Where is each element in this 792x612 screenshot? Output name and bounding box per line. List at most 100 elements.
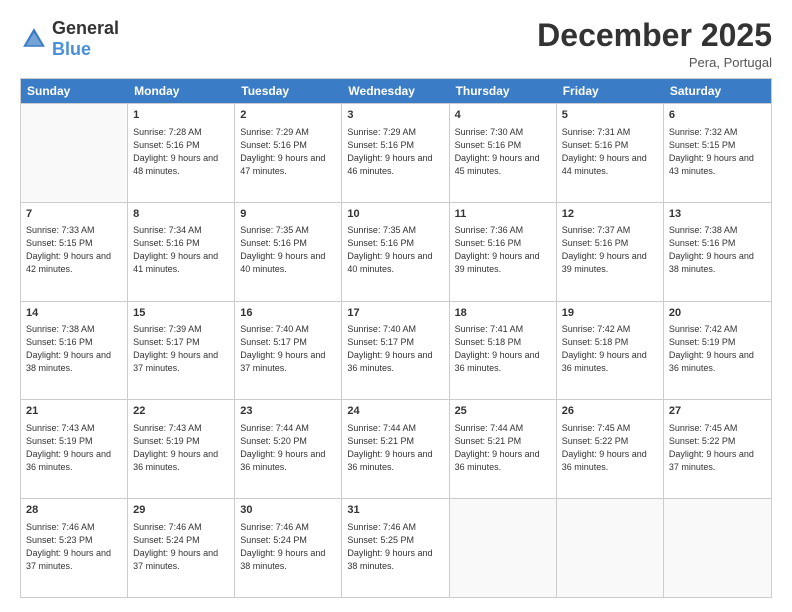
calendar-body: 1Sunrise: 7:28 AMSunset: 5:16 PMDaylight… <box>21 103 771 597</box>
cell-info: Sunrise: 7:39 AMSunset: 5:17 PMDaylight:… <box>133 323 229 375</box>
cell-date: 28 <box>26 503 122 518</box>
weekday-header-tuesday: Tuesday <box>235 79 342 103</box>
cell-date: 12 <box>562 207 658 222</box>
cell-date: 14 <box>26 306 122 321</box>
calendar-cell: 17 Sunrise: 7:40 AMSunset: 5:17 PMDayligh… <box>342 302 449 400</box>
cell-info: Sunrise: 7:46 AMSunset: 5:24 PMDaylight:… <box>240 521 336 573</box>
calendar-cell <box>450 499 557 597</box>
calendar-cell: 29 Sunrise: 7:46 AMSunset: 5:24 PMDayligh… <box>128 499 235 597</box>
cell-date: 24 <box>347 404 443 419</box>
weekday-header-sunday: Sunday <box>21 79 128 103</box>
location-subtitle: Pera, Portugal <box>537 55 772 70</box>
calendar-cell: 22Sunrise: 7:43 AMSunset: 5:19 PMDayligh… <box>128 400 235 498</box>
calendar-cell: 16 Sunrise: 7:40 AMSunset: 5:17 PMDayligh… <box>235 302 342 400</box>
calendar-cell: 15 Sunrise: 7:39 AMSunset: 5:17 PMDayligh… <box>128 302 235 400</box>
cell-info: Sunrise: 7:37 AMSunset: 5:16 PMDaylight:… <box>562 224 658 276</box>
cell-info: Sunrise: 7:44 AMSunset: 5:21 PMDaylight:… <box>347 422 443 474</box>
calendar-cell: 21 Sunrise: 7:43 AMSunset: 5:19 PMDayligh… <box>21 400 128 498</box>
cell-info: Sunrise: 7:44 AMSunset: 5:20 PMDaylight:… <box>240 422 336 474</box>
calendar-header: SundayMondayTuesdayWednesdayThursdayFrid… <box>21 79 771 103</box>
cell-info: Sunrise: 7:28 AMSunset: 5:16 PMDaylight:… <box>133 126 229 178</box>
cell-info: Sunrise: 7:32 AMSunset: 5:15 PMDaylight:… <box>669 126 766 178</box>
cell-date: 8 <box>133 207 229 222</box>
cell-info: Sunrise: 7:34 AMSunset: 5:16 PMDaylight:… <box>133 224 229 276</box>
cell-date: 13 <box>669 207 766 222</box>
cell-date: 31 <box>347 503 443 518</box>
logo-icon <box>20 25 48 53</box>
cell-date: 16 <box>240 306 336 321</box>
cell-info: Sunrise: 7:43 AMSunset: 5:19 PMDaylight:… <box>26 422 122 474</box>
cell-info: Sunrise: 7:29 AMSunset: 5:16 PMDaylight:… <box>347 126 443 178</box>
cell-date: 5 <box>562 108 658 123</box>
cell-info: Sunrise: 7:30 AMSunset: 5:16 PMDaylight:… <box>455 126 551 178</box>
calendar-row-4: 21 Sunrise: 7:43 AMSunset: 5:19 PMDayligh… <box>21 399 771 498</box>
title-block: December 2025 Pera, Portugal <box>537 18 772 70</box>
calendar-cell: 31Sunrise: 7:46 AMSunset: 5:25 PMDayligh… <box>342 499 449 597</box>
cell-info: Sunrise: 7:38 AMSunset: 5:16 PMDaylight:… <box>669 224 766 276</box>
cell-date: 23 <box>240 404 336 419</box>
calendar-cell: 13 Sunrise: 7:38 AMSunset: 5:16 PMDayligh… <box>664 203 771 301</box>
cell-info: Sunrise: 7:41 AMSunset: 5:18 PMDaylight:… <box>455 323 551 375</box>
cell-date: 3 <box>347 108 443 123</box>
cell-info: Sunrise: 7:46 AMSunset: 5:23 PMDaylight:… <box>26 521 122 573</box>
cell-date: 7 <box>26 207 122 222</box>
calendar-row-5: 28 Sunrise: 7:46 AMSunset: 5:23 PMDayligh… <box>21 498 771 597</box>
cell-info: Sunrise: 7:29 AMSunset: 5:16 PMDaylight:… <box>240 126 336 178</box>
cell-info: Sunrise: 7:31 AMSunset: 5:16 PMDaylight:… <box>562 126 658 178</box>
calendar-cell: 20 Sunrise: 7:42 AMSunset: 5:19 PMDayligh… <box>664 302 771 400</box>
cell-date: 29 <box>133 503 229 518</box>
calendar-cell: 28 Sunrise: 7:46 AMSunset: 5:23 PMDayligh… <box>21 499 128 597</box>
calendar-cell: 18 Sunrise: 7:41 AMSunset: 5:18 PMDayligh… <box>450 302 557 400</box>
calendar-cell: 2 Sunrise: 7:29 AMSunset: 5:16 PMDaylight… <box>235 104 342 202</box>
cell-date: 20 <box>669 306 766 321</box>
weekday-header-monday: Monday <box>128 79 235 103</box>
calendar-cell: 27Sunrise: 7:45 AMSunset: 5:22 PMDayligh… <box>664 400 771 498</box>
cell-info: Sunrise: 7:46 AMSunset: 5:24 PMDaylight:… <box>133 521 229 573</box>
calendar-cell: 19 Sunrise: 7:42 AMSunset: 5:18 PMDayligh… <box>557 302 664 400</box>
cell-info: Sunrise: 7:40 AMSunset: 5:17 PMDaylight:… <box>347 323 443 375</box>
cell-date: 11 <box>455 207 551 222</box>
calendar-row-1: 1Sunrise: 7:28 AMSunset: 5:16 PMDaylight… <box>21 103 771 202</box>
cell-info: Sunrise: 7:42 AMSunset: 5:18 PMDaylight:… <box>562 323 658 375</box>
weekday-header-wednesday: Wednesday <box>342 79 449 103</box>
cell-date: 4 <box>455 108 551 123</box>
cell-info: Sunrise: 7:38 AMSunset: 5:16 PMDaylight:… <box>26 323 122 375</box>
header: General Blue December 2025 Pera, Portuga… <box>20 18 772 70</box>
cell-date: 26 <box>562 404 658 419</box>
cell-info: Sunrise: 7:44 AMSunset: 5:21 PMDaylight:… <box>455 422 551 474</box>
cell-date: 15 <box>133 306 229 321</box>
page: General Blue December 2025 Pera, Portuga… <box>0 0 792 612</box>
weekday-header-friday: Friday <box>557 79 664 103</box>
cell-date: 18 <box>455 306 551 321</box>
calendar-cell: 3 Sunrise: 7:29 AMSunset: 5:16 PMDaylight… <box>342 104 449 202</box>
weekday-header-saturday: Saturday <box>664 79 771 103</box>
calendar-cell: 9Sunrise: 7:35 AMSunset: 5:16 PMDaylight… <box>235 203 342 301</box>
calendar-cell: 8 Sunrise: 7:34 AMSunset: 5:16 PMDaylight… <box>128 203 235 301</box>
cell-date: 19 <box>562 306 658 321</box>
cell-info: Sunrise: 7:35 AMSunset: 5:16 PMDaylight:… <box>240 224 336 276</box>
calendar-cell <box>21 104 128 202</box>
cell-date: 6 <box>669 108 766 123</box>
calendar-cell: 26 Sunrise: 7:45 AMSunset: 5:22 PMDayligh… <box>557 400 664 498</box>
logo-general: General <box>52 18 119 39</box>
calendar-cell <box>557 499 664 597</box>
logo-blue: Blue <box>52 39 119 60</box>
calendar-cell: 14 Sunrise: 7:38 AMSunset: 5:16 PMDayligh… <box>21 302 128 400</box>
calendar: SundayMondayTuesdayWednesdayThursdayFrid… <box>20 78 772 598</box>
logo: General Blue <box>20 18 119 59</box>
cell-info: Sunrise: 7:45 AMSunset: 5:22 PMDaylight:… <box>562 422 658 474</box>
cell-info: Sunrise: 7:36 AMSunset: 5:16 PMDaylight:… <box>455 224 551 276</box>
calendar-cell: 11 Sunrise: 7:36 AMSunset: 5:16 PMDayligh… <box>450 203 557 301</box>
calendar-cell: 24 Sunrise: 7:44 AMSunset: 5:21 PMDayligh… <box>342 400 449 498</box>
cell-date: 17 <box>347 306 443 321</box>
cell-date: 27 <box>669 404 766 419</box>
cell-date: 21 <box>26 404 122 419</box>
month-title: December 2025 <box>537 18 772 53</box>
cell-info: Sunrise: 7:42 AMSunset: 5:19 PMDaylight:… <box>669 323 766 375</box>
calendar-cell: 4 Sunrise: 7:30 AMSunset: 5:16 PMDaylight… <box>450 104 557 202</box>
cell-date: 25 <box>455 404 551 419</box>
calendar-cell: 6 Sunrise: 7:32 AMSunset: 5:15 PMDaylight… <box>664 104 771 202</box>
cell-date: 2 <box>240 108 336 123</box>
cell-date: 22 <box>133 404 229 419</box>
cell-info: Sunrise: 7:40 AMSunset: 5:17 PMDaylight:… <box>240 323 336 375</box>
